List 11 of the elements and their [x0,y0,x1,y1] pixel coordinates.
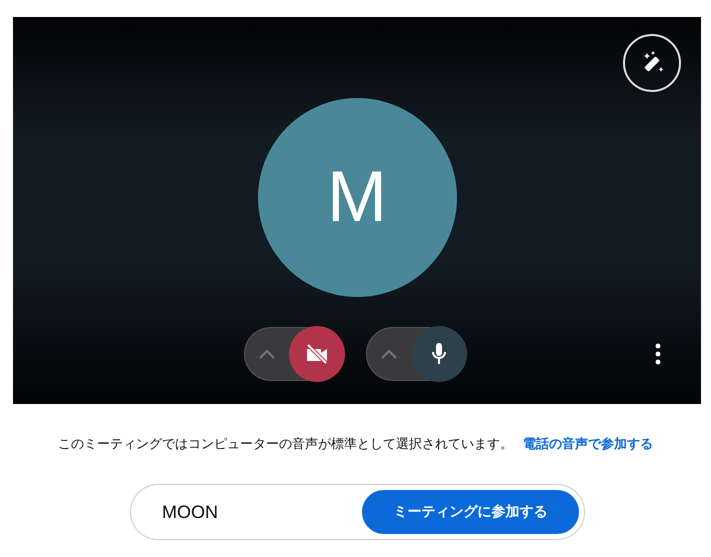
effects-button[interactable] [623,34,681,92]
chevron-up-icon [257,348,277,360]
chevron-up-icon [379,348,399,360]
audio-notice-text: このミーティングではコンピューターの音声が標準として選択されています。 [58,436,513,453]
avatar: M [258,98,456,296]
more-options-button[interactable] [655,343,661,365]
join-button[interactable]: ミーティングに参加する [362,490,579,534]
camera-off-icon [305,343,329,365]
phone-audio-link[interactable]: 電話の音声で参加する [523,435,653,453]
more-icon [655,343,661,365]
microphone-icon [430,342,448,366]
